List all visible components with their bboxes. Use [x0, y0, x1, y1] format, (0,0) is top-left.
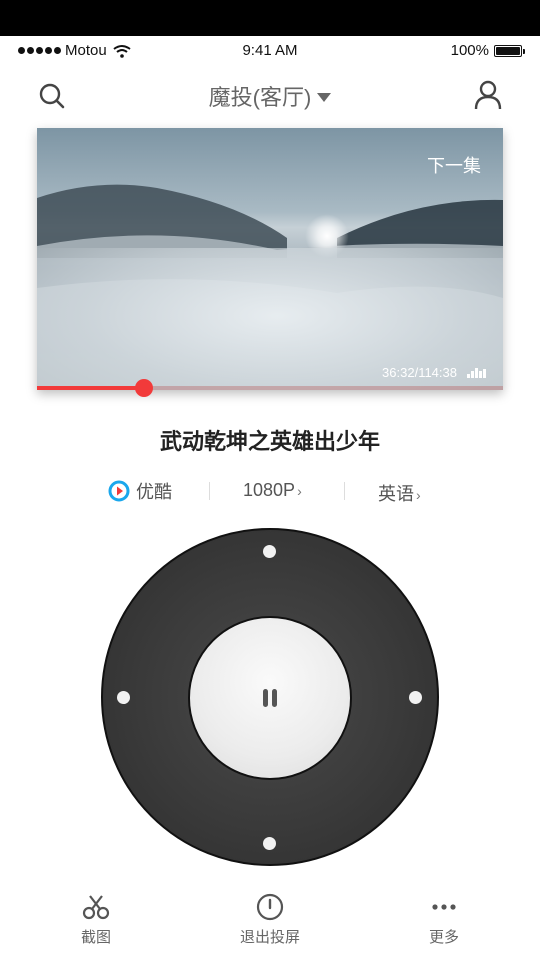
dpad-left-button[interactable] — [117, 691, 130, 704]
nav-bar: 魔投(客厅) — [0, 72, 540, 116]
status-bar: Motou 9:41 AM 100% — [0, 36, 540, 64]
power-icon — [256, 893, 284, 921]
tab-label: 退出投屏 — [239, 929, 300, 946]
battery-percent: 100% — [450, 42, 489, 59]
quality-selector[interactable]: 1080P › — [243, 480, 302, 501]
device-selector[interactable]: 魔投(客厅) — [0, 80, 540, 112]
video-preview[interactable]: 下一集 36:32/114:38 — [37, 128, 503, 390]
pause-icon — [263, 689, 277, 707]
user-icon[interactable] — [474, 80, 502, 110]
tab-more[interactable]: 更多 — [384, 892, 504, 947]
bottom-tab-bar: 截图 退出投屏 更多 — [0, 886, 540, 960]
audio-language-selector[interactable]: 英语 › — [378, 480, 421, 506]
playback-time: 36:32/114:38 — [382, 365, 457, 380]
tab-label: 截图 — [80, 929, 111, 946]
divider — [344, 482, 345, 500]
scissors-icon — [82, 895, 110, 920]
next-episode-button[interactable]: 下一集 — [427, 152, 481, 178]
quality-bars-icon[interactable] — [467, 366, 487, 378]
audio-language-label: 英语 — [378, 484, 414, 504]
progress-knob[interactable] — [135, 379, 154, 397]
tab-exit-cast[interactable]: 退出投屏 — [210, 892, 330, 947]
chevron-right-icon: › — [416, 487, 421, 503]
battery-area: 100% — [450, 42, 525, 59]
chevron-right-icon: › — [297, 483, 302, 499]
info-row: 优酷 1080P › 英语 › — [0, 476, 540, 506]
tab-screenshot[interactable]: 截图 — [36, 892, 156, 947]
dpad-up-button[interactable] — [263, 545, 276, 558]
dpad-down-button[interactable] — [263, 837, 276, 850]
battery-icon — [494, 44, 525, 57]
source-selector[interactable]: 优酷 — [108, 478, 172, 504]
source-label: 优酷 — [136, 482, 172, 502]
device-name: 魔投(客厅) — [208, 85, 312, 110]
more-dots-icon — [432, 904, 456, 910]
play-pause-button[interactable] — [188, 616, 352, 780]
divider — [209, 482, 210, 500]
tab-label: 更多 — [428, 929, 459, 946]
caret-down-icon — [317, 92, 332, 102]
show-title: 武动乾坤之英雄出少年 — [159, 429, 380, 454]
quality-label: 1080P — [243, 480, 296, 500]
app-screen: Motou 9:41 AM 100% 魔投(客厅) 下一集 36:32/114:… — [0, 36, 540, 960]
progress-fill — [37, 386, 145, 390]
dpad-right-button[interactable] — [409, 691, 422, 704]
youku-logo-icon — [108, 480, 130, 502]
